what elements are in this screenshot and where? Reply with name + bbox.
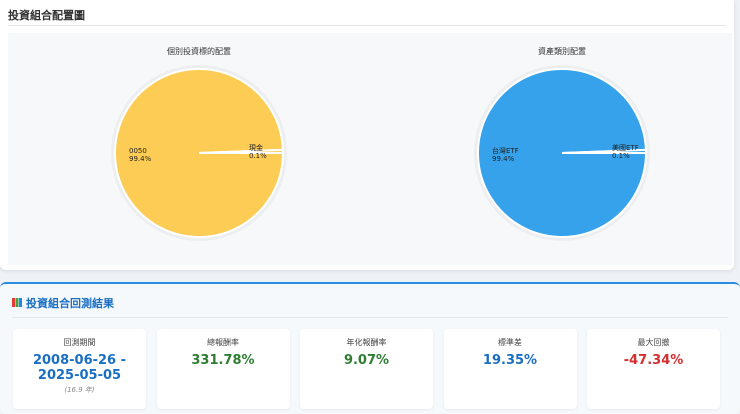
- bar-chart-icon: [12, 298, 22, 307]
- pie-charts: 005099.4%現金0.1%台灣ETF99.4%美國ETF0.1%: [111, 65, 650, 241]
- metric-label: 標準差: [498, 338, 522, 347]
- metric-card: 標準差 19.35%: [443, 329, 577, 409]
- metric-value: 2008-06-26 - 2025-05-05: [32, 353, 127, 383]
- metric-value: 19.35%: [482, 353, 538, 368]
- allocation-card: 投資組合配置圖 個別投資標的配置 資產類別配置 0050 99.4% 現金 0.1% 台…: [0, 0, 734, 270]
- slice-label: 美國ETF: [612, 143, 639, 152]
- results-card: 投資組合回測結果 回測期間 2008-06-26 - 2025-05-05 (16.…: [0, 282, 740, 414]
- slice-label: 台灣ETF: [492, 146, 519, 155]
- allocation-title: 投資組合配置圖: [8, 9, 85, 22]
- slice-label: 99.4%: [129, 155, 152, 163]
- divider: [8, 25, 726, 26]
- metric-label: 最大回撤: [637, 338, 670, 347]
- metric-label: 回測期間: [63, 338, 96, 347]
- metric-card: 回測期間 2008-06-26 - 2025-05-05 (16.9 年): [13, 329, 146, 409]
- metric-subtext: (16.9 年): [64, 386, 95, 394]
- slice-label: 0050: [129, 147, 147, 155]
- results-title: 投資組合回測結果: [12, 295, 114, 311]
- metric-label: 年化報酬率: [346, 338, 387, 347]
- metric-card: 總報酬率 331.78%: [156, 329, 290, 409]
- metric-card: 最大回撤 -47.34%: [587, 329, 720, 409]
- divider: [12, 317, 728, 318]
- slice-label: 0.1%: [612, 152, 630, 160]
- metric-card: 年化報酬率 9.07%: [300, 329, 433, 409]
- slice-label: 現金: [249, 143, 263, 152]
- metric-value: 9.07%: [343, 353, 390, 368]
- metric-value: 331.78%: [191, 353, 255, 368]
- slice-label: 0.1%: [249, 152, 267, 160]
- slice-label: 99.4%: [492, 155, 515, 163]
- results-title-text: 投資組合回測結果: [26, 297, 114, 310]
- metric-label: 總報酬率: [207, 338, 239, 347]
- charts-panel: 個別投資標的配置 資產類別配置 0050 99.4% 現金 0.1% 台灣ETF 99.4…: [8, 33, 732, 265]
- metric-value: -47.34%: [623, 353, 684, 368]
